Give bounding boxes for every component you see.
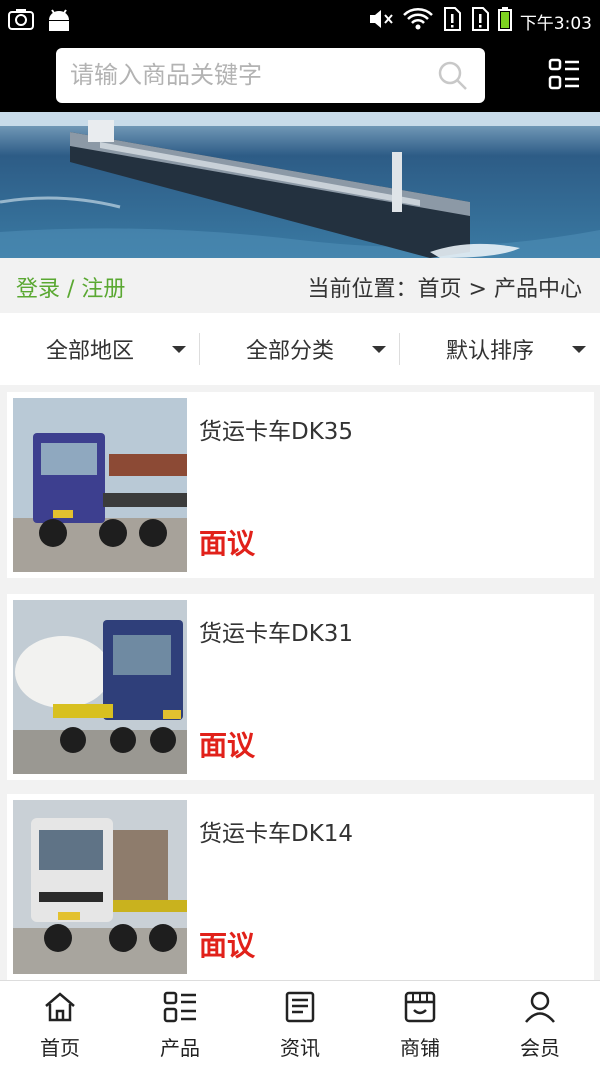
banner-image[interactable] (0, 112, 600, 258)
tab-products[interactable]: 产品 (120, 981, 240, 1067)
home-icon (43, 991, 77, 1028)
category-menu-icon[interactable] (548, 58, 580, 96)
tab-news-label: 资讯 (280, 1036, 320, 1060)
search-icon[interactable] (437, 60, 469, 96)
product-image[interactable] (13, 398, 187, 572)
breadcrumb: 当前位置：首页 > 产品中心 (308, 271, 582, 303)
product-price: 面议 (199, 929, 256, 962)
sim1-icon (442, 7, 462, 36)
product-name[interactable]: 货运卡车DK14 (199, 814, 353, 848)
product-image[interactable] (13, 600, 187, 774)
tab-home-label: 首页 (40, 1036, 80, 1060)
tab-home[interactable]: 首页 (0, 981, 120, 1067)
tab-news[interactable]: 资讯 (240, 981, 360, 1067)
product-card[interactable]: 货运卡车DK14 面议 (7, 794, 594, 980)
filter-bar: 全部地区 全部分类 默认排序 (0, 313, 600, 385)
mute-icon (368, 7, 394, 36)
register-link[interactable]: 注册 (81, 277, 125, 302)
location-bar: 登录 / 注册 当前位置：首页 > 产品中心 (0, 258, 600, 313)
battery-icon (497, 7, 512, 36)
product-image[interactable] (13, 800, 187, 974)
filter-region[interactable]: 全部地区 (0, 313, 200, 385)
product-name[interactable]: 货运卡车DK35 (199, 412, 353, 446)
tab-member[interactable]: 会员 (480, 981, 600, 1067)
screenshot-icon (8, 8, 34, 36)
android-icon (46, 8, 72, 36)
breadcrumb-arrow: > (461, 277, 494, 302)
tab-shop-label: 商铺 (400, 1036, 440, 1060)
wifi-icon (402, 7, 434, 36)
account-separator: / (60, 277, 82, 302)
login-link[interactable]: 登录 (16, 277, 60, 302)
breadcrumb-home[interactable]: 首页 (418, 277, 462, 302)
tab-shop[interactable]: 商铺 (360, 981, 480, 1067)
sim2-icon (470, 7, 490, 36)
chevron-down-icon (172, 345, 186, 353)
status-time: 下午3:03 (519, 14, 592, 34)
tab-member-label: 会员 (520, 1036, 560, 1060)
product-price: 面议 (199, 729, 256, 762)
breadcrumb-current: 产品中心 (493, 277, 582, 302)
product-price: 面议 (199, 527, 256, 560)
chevron-down-icon (572, 345, 586, 353)
filter-category[interactable]: 全部分类 (200, 313, 400, 385)
shop-icon (403, 991, 437, 1028)
breadcrumb-prefix: 当前位置： (307, 277, 418, 302)
filter-sort[interactable]: 默认排序 (400, 313, 600, 385)
status-bar: 下午3:03 (0, 0, 600, 40)
tab-products-label: 产品 (160, 1036, 200, 1060)
top-header (0, 40, 600, 112)
document-icon (283, 991, 317, 1028)
product-card[interactable]: 货运卡车DK35 面议 (7, 392, 594, 578)
grid-list-icon (163, 991, 197, 1028)
chevron-down-icon (372, 345, 386, 353)
search-box[interactable] (56, 48, 485, 103)
filter-sort-label: 默认排序 (445, 339, 534, 364)
product-name[interactable]: 货运卡车DK31 (199, 614, 353, 648)
user-icon (523, 991, 557, 1028)
filter-category-label: 全部分类 (245, 339, 334, 364)
filter-region-label: 全部地区 (45, 339, 134, 364)
account-links: 登录 / 注册 (16, 271, 125, 303)
product-card[interactable]: 货运卡车DK31 面议 (7, 594, 594, 780)
bottom-tab-bar: 首页 产品 资讯 商铺 会员 (0, 980, 600, 1067)
search-input[interactable] (70, 56, 410, 94)
